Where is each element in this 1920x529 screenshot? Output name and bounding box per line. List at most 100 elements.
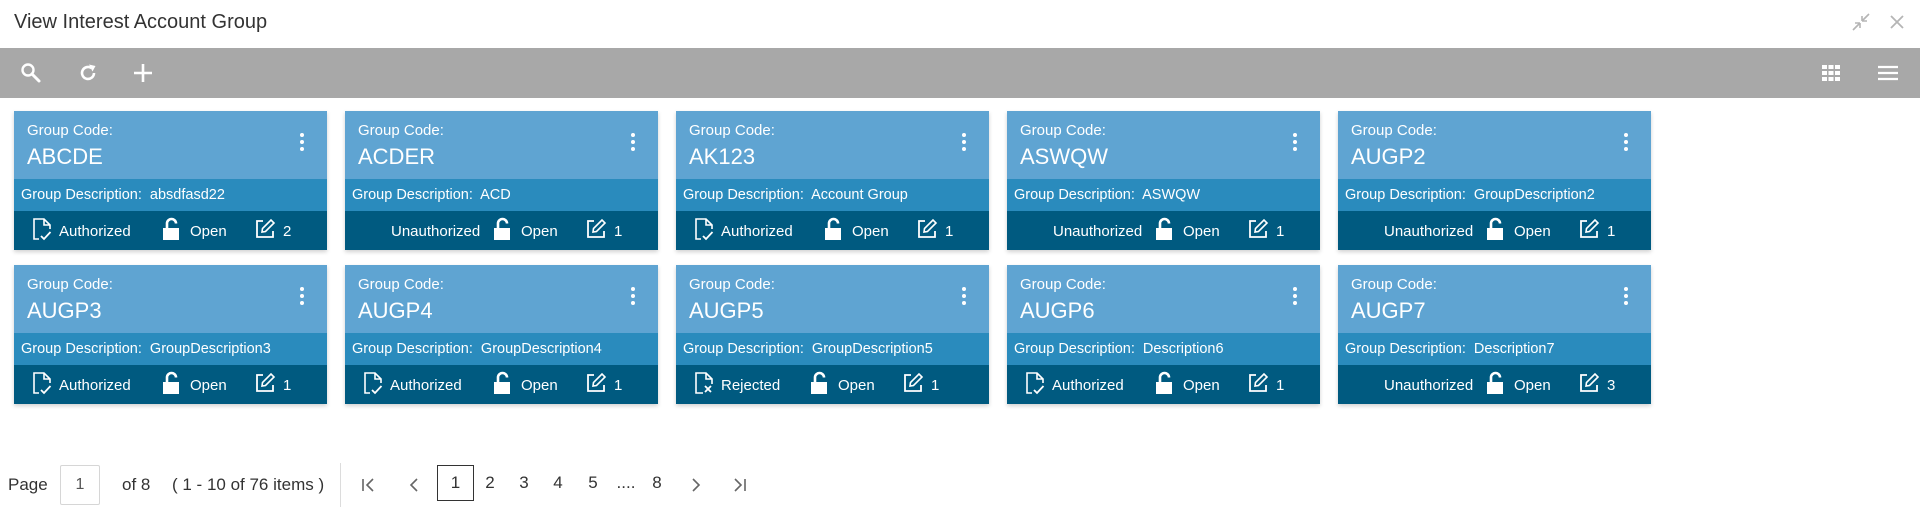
- group-code-label: Group Code:: [1351, 276, 1437, 293]
- card-header: Group Code: AUGP7: [1338, 265, 1651, 333]
- status-indicator: Unauthorized: [1053, 219, 1142, 243]
- page-number[interactable]: 8: [644, 465, 670, 501]
- authorized-document-icon: [32, 371, 52, 399]
- lock-indicator: Open: [809, 371, 875, 399]
- page-number[interactable]: 4: [545, 465, 571, 501]
- group-card[interactable]: Group Code: AUGP2 Group Description: Gro…: [1338, 111, 1651, 250]
- unlock-icon: [492, 217, 514, 245]
- page-number-input[interactable]: [60, 465, 100, 505]
- card-description: Group Description: GroupDescription3: [14, 333, 327, 365]
- status-label: Authorized: [721, 222, 793, 240]
- status-indicator: Authorized: [363, 372, 462, 397]
- group-code: AUGP5: [689, 298, 764, 323]
- kebab-menu-icon[interactable]: [296, 285, 308, 307]
- previous-page-icon[interactable]: [402, 473, 426, 497]
- card-header: Group Code: AK123: [676, 111, 989, 179]
- lock-label: Open: [1514, 222, 1551, 240]
- kebab-menu-icon[interactable]: [296, 131, 308, 153]
- kebab-menu-icon[interactable]: [627, 285, 639, 307]
- group-code-label: Group Code:: [1020, 276, 1106, 293]
- group-code-label: Group Code:: [1020, 122, 1106, 139]
- group-code: AK123: [689, 144, 756, 169]
- group-description-label: Group Description:: [21, 187, 142, 203]
- unlock-icon: [823, 217, 845, 245]
- close-icon[interactable]: [1885, 10, 1909, 34]
- first-page-icon[interactable]: [356, 473, 380, 497]
- kebab-menu-icon[interactable]: [627, 131, 639, 153]
- group-description-label: Group Description:: [1345, 341, 1466, 357]
- kebab-menu-icon[interactable]: [958, 285, 970, 307]
- group-code: ACDER: [358, 144, 436, 169]
- kebab-menu-icon[interactable]: [1620, 285, 1632, 307]
- edit-icon: [902, 372, 924, 398]
- group-card[interactable]: Group Code: AUGP3 Group Description: Gro…: [14, 265, 327, 404]
- group-card[interactable]: Group Code: AUGP5 Group Description: Gro…: [676, 265, 989, 404]
- search-icon[interactable]: [18, 60, 44, 86]
- group-code-label: Group Code:: [358, 276, 444, 293]
- page-number-current[interactable]: 1: [437, 465, 474, 501]
- group-description: ACD: [480, 187, 511, 203]
- page-number[interactable]: 5: [580, 465, 606, 501]
- modification-count: 1: [1247, 372, 1284, 397]
- group-description: ASWQW: [1142, 187, 1201, 203]
- edit-icon: [254, 218, 276, 244]
- grid-view-icon[interactable]: [1818, 60, 1844, 86]
- page-total: of 8: [122, 475, 151, 494]
- unlock-icon: [161, 371, 183, 399]
- edit-count: 1: [1607, 222, 1616, 240]
- page-title: View Interest Account Group: [14, 11, 268, 33]
- edit-count: 2: [283, 222, 292, 240]
- lock-indicator: Open: [1154, 217, 1220, 243]
- group-card[interactable]: Group Code: ASWQW Group Description: ASW…: [1007, 111, 1320, 250]
- card-footer: Authorized Open 2: [14, 211, 327, 250]
- group-code: ASWQW: [1020, 144, 1108, 169]
- card-header: Group Code: ACDER: [345, 111, 658, 179]
- next-page-icon[interactable]: [684, 473, 708, 497]
- pagination: Page of 8 ( 1 - 10 of 76 items ) 1 2 3 4…: [0, 463, 1920, 507]
- edit-icon: [1578, 218, 1600, 244]
- lock-indicator: Open: [492, 371, 558, 397]
- list-view-icon[interactable]: [1875, 60, 1901, 86]
- modification-count: 1: [254, 372, 291, 398]
- group-code: AUGP6: [1020, 298, 1095, 323]
- card-description: Group Description: Account Group: [676, 179, 989, 211]
- edit-icon: [254, 372, 276, 398]
- group-card[interactable]: Group Code: ABCDE Group Description: abs…: [14, 111, 327, 250]
- status-indicator: Authorized: [1025, 372, 1124, 397]
- card-footer: Unauthorized Open 1: [345, 211, 658, 250]
- modification-count: 1: [585, 372, 623, 397]
- group-code: AUGP4: [358, 298, 433, 323]
- unlock-icon: [809, 371, 831, 399]
- card-footer: Authorized Open 1: [1007, 365, 1320, 404]
- group-description: Description6: [1142, 341, 1224, 357]
- modification-count: 1: [585, 218, 622, 243]
- card-header: Group Code: ASWQW: [1007, 111, 1320, 179]
- group-card[interactable]: Group Code: ACDER Group Description: ACD…: [345, 111, 658, 250]
- last-page-icon[interactable]: [728, 473, 752, 497]
- edit-count: 1: [614, 376, 623, 394]
- group-code-label: Group Code:: [358, 122, 444, 139]
- kebab-menu-icon[interactable]: [1289, 131, 1301, 153]
- card-description: Group Description: GroupDescription5: [676, 333, 989, 365]
- status-label: Authorized: [59, 376, 131, 394]
- kebab-menu-icon[interactable]: [958, 131, 970, 153]
- divider: [340, 463, 341, 507]
- group-card[interactable]: Group Code: AUGP4 Group Description: Gro…: [345, 265, 658, 404]
- kebab-menu-icon[interactable]: [1289, 285, 1301, 307]
- toolbar: [0, 48, 1920, 98]
- group-card[interactable]: Group Code: AK123 Group Description: Acc…: [676, 111, 989, 250]
- minimize-icon[interactable]: [1849, 10, 1873, 34]
- modification-count: 1: [902, 372, 939, 398]
- status-indicator: Rejected: [694, 372, 780, 397]
- unlock-icon: [1154, 371, 1176, 399]
- refresh-icon[interactable]: [75, 60, 101, 86]
- kebab-menu-icon[interactable]: [1620, 131, 1632, 153]
- page-number[interactable]: 3: [511, 465, 537, 501]
- group-card[interactable]: Group Code: AUGP6 Group Description: Des…: [1007, 265, 1320, 404]
- group-code: ABCDE: [27, 144, 103, 169]
- unlock-icon: [1485, 217, 1507, 245]
- page-number[interactable]: 2: [477, 465, 503, 501]
- group-card[interactable]: Group Code: AUGP7 Group Description: Des…: [1338, 265, 1651, 404]
- status-indicator: Authorized: [32, 371, 131, 399]
- add-icon[interactable]: [130, 60, 156, 86]
